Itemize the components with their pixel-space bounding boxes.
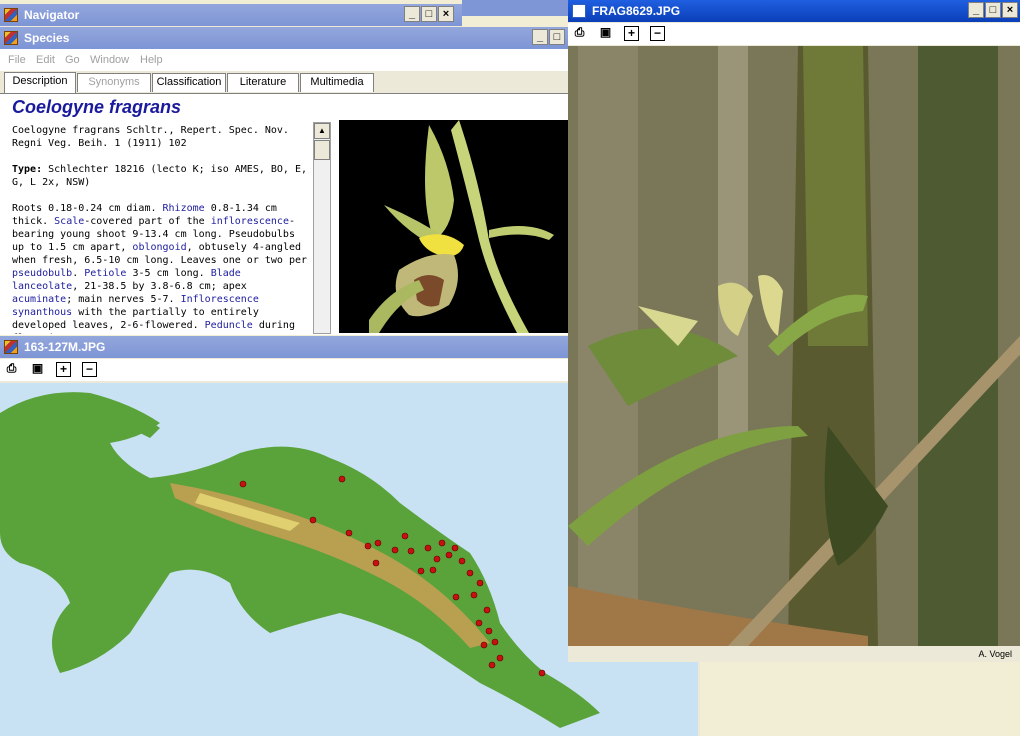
- tab-description[interactable]: Description: [4, 72, 76, 93]
- minimize-button[interactable]: _: [404, 6, 420, 22]
- minimize-button[interactable]: _: [532, 29, 548, 45]
- zoom-out-button[interactable]: −: [82, 362, 97, 377]
- species-title: Species: [24, 31, 70, 45]
- flower-image: [369, 120, 554, 333]
- tab-multimedia[interactable]: Multimedia: [300, 73, 374, 92]
- flower-thumbnail[interactable]: [339, 120, 568, 333]
- minimize-button[interactable]: _: [968, 2, 984, 18]
- description-text: Coelogyne fragrans Schltr., Repert. Spec…: [12, 124, 310, 334]
- glossary-link[interactable]: oblongoid: [132, 242, 186, 253]
- type-text: Schlechter 18216 (lecto K; iso AMES, BO,…: [12, 164, 308, 188]
- maximize-button[interactable]: □: [421, 6, 437, 22]
- glossary-link[interactable]: pseudobulb: [12, 268, 72, 279]
- tab-classification[interactable]: Classification: [152, 73, 226, 92]
- glossary-link[interactable]: Peduncle: [205, 320, 253, 331]
- close-button[interactable]: ×: [1002, 2, 1018, 18]
- desc-text: ; main nerves 5-7.: [66, 294, 181, 305]
- menu-go[interactable]: Go: [65, 54, 80, 66]
- menu-help[interactable]: Help: [140, 54, 163, 66]
- desc-text: Roots 0.18-0.24 cm diam.: [12, 203, 163, 214]
- menu-bar: File Edit Go Window Help: [0, 50, 568, 70]
- photo-toolbar: ⎙ ▣ + −: [568, 23, 1020, 45]
- glossary-link[interactable]: Petiole: [84, 268, 126, 279]
- photo-titlebar[interactable]: FRAG8629.JPG _ □ ×: [568, 0, 1020, 22]
- photo-credit: A. Vogel: [978, 649, 1012, 659]
- close-button[interactable]: ×: [438, 6, 454, 22]
- species-name-heading: Coelogyne fragrans: [12, 97, 182, 117]
- maximize-button[interactable]: □: [549, 29, 565, 45]
- photo-status-bar: A. Vogel: [568, 646, 1020, 662]
- print-icon[interactable]: ⎙: [572, 26, 587, 41]
- print-icon[interactable]: ⎙: [4, 362, 19, 377]
- glossary-link[interactable]: acuminate: [12, 294, 66, 305]
- menu-file[interactable]: File: [8, 54, 26, 66]
- glossary-link[interactable]: inflorescence: [211, 216, 289, 227]
- desc-text: 3-5 cm long.: [126, 268, 211, 279]
- navigator-window: Navigator _ □ ×: [0, 4, 462, 28]
- app-icon: [4, 340, 18, 354]
- photo-image: [568, 46, 1020, 646]
- tab-synonyms[interactable]: Synonyms: [77, 73, 151, 92]
- glossary-link[interactable]: Rhizome: [163, 203, 205, 214]
- desc-text: , 21-38.5 by 3.8-6.8 cm; apex: [72, 281, 253, 292]
- zoom-in-button[interactable]: +: [56, 362, 71, 377]
- desc-text: .: [72, 268, 85, 279]
- photo-window: FRAG8629.JPG _ □ × ⎙ ▣ + − A. Vogel: [568, 0, 1020, 662]
- tab-literature[interactable]: Literature: [227, 73, 299, 92]
- document-icon: [572, 4, 586, 18]
- menu-window[interactable]: Window: [90, 54, 129, 66]
- background-strip: [462, 0, 568, 16]
- menu-edit[interactable]: Edit: [36, 54, 55, 66]
- scroll-up-arrow[interactable]: ▲: [314, 123, 330, 139]
- orchid-photo[interactable]: [568, 46, 1020, 646]
- type-label: Type:: [12, 164, 43, 175]
- tab-bar: Description Synonyms Classification Lite…: [0, 71, 568, 94]
- map-title: 163-127M.JPG: [24, 340, 106, 354]
- description-scrollbar[interactable]: ▲: [313, 122, 331, 334]
- species-titlebar[interactable]: Species _ □: [0, 27, 568, 49]
- scroll-thumb[interactable]: [314, 140, 330, 160]
- navigator-titlebar[interactable]: Navigator _ □ ×: [0, 4, 462, 26]
- desc-text: -covered part of the: [84, 216, 211, 227]
- photo-title: FRAG8629.JPG: [592, 4, 681, 18]
- save-icon[interactable]: ▣: [30, 362, 45, 377]
- save-icon[interactable]: ▣: [598, 26, 613, 41]
- app-icon: [4, 31, 18, 45]
- app-icon: [4, 8, 18, 22]
- glossary-link[interactable]: Scale: [54, 216, 84, 227]
- navigator-title: Navigator: [24, 8, 80, 22]
- maximize-button[interactable]: □: [985, 2, 1001, 18]
- zoom-in-button[interactable]: +: [624, 26, 639, 41]
- citation-text: Coelogyne fragrans Schltr., Repert. Spec…: [12, 125, 295, 149]
- zoom-out-button[interactable]: −: [650, 26, 665, 41]
